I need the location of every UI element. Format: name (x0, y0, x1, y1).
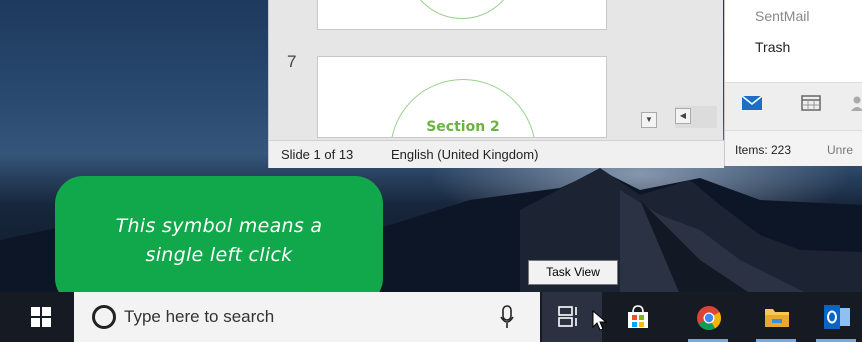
taskbar: Type here to search (0, 292, 862, 342)
taskbar-chrome-app[interactable] (682, 292, 734, 342)
outlook-icon (824, 305, 850, 329)
callout-line-2: single left click (145, 244, 293, 266)
task-view-tooltip: Task View (528, 260, 618, 285)
callout-line-1: This symbol means a (115, 215, 323, 237)
chrome-icon (697, 306, 722, 331)
callout-tail (250, 290, 405, 342)
microphone-icon[interactable] (500, 305, 514, 329)
callout-text: This symbol means a single left click (55, 212, 383, 270)
taskbar-file-explorer-app[interactable] (750, 292, 802, 342)
taskbar-search-box[interactable]: Type here to search (74, 292, 540, 342)
task-view-icon (558, 306, 577, 327)
cortana-icon[interactable] (92, 305, 116, 329)
mouse-cursor-icon (592, 310, 608, 331)
store-icon (628, 305, 648, 328)
windows-logo-icon (31, 307, 51, 327)
search-placeholder: Type here to search (124, 307, 275, 326)
start-button[interactable] (0, 292, 72, 342)
file-explorer-icon (765, 309, 789, 327)
taskbar-outlook-app[interactable] (810, 292, 862, 342)
taskbar-store-app[interactable] (612, 292, 664, 342)
